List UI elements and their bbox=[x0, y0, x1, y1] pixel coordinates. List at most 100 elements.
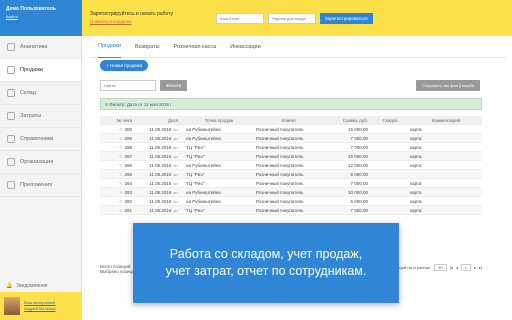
table-row[interactable]: ✎ 300 11.05.2016 чат на Рубинштейна Розничны… bbox=[100, 125, 482, 134]
sale-date: 11.05.2016 bbox=[149, 198, 172, 204]
tab-sales[interactable]: Продажи bbox=[98, 36, 121, 58]
new-sale-button[interactable]: + Новая продажа bbox=[100, 60, 149, 71]
top-bar: Демо Пользователь Выйти Зарегистрируйтес… bbox=[0, 0, 512, 36]
col-header-sum[interactable]: Сумма, руб. bbox=[322, 118, 372, 123]
col-header-discount[interactable]: Скидка bbox=[372, 118, 408, 123]
cell-number: ✎ 294 bbox=[100, 181, 136, 186]
edit-icon[interactable]: ✎ bbox=[119, 136, 122, 141]
edit-icon[interactable]: ✎ bbox=[119, 163, 122, 168]
filter-button[interactable]: Фильтр bbox=[160, 80, 188, 91]
cell-date: 11.05.2016 чат bbox=[136, 208, 182, 213]
expenses-icon bbox=[7, 112, 15, 120]
cell-client: Розничный покупатель bbox=[256, 171, 304, 177]
col-header-point[interactable]: Точка продаж bbox=[182, 118, 252, 123]
table-row[interactable]: ✎ 296 11.05.2016 чат на Рубинштейна Розничны… bbox=[100, 161, 482, 170]
sidebar-item-organization[interactable]: Организация bbox=[0, 151, 81, 174]
sidebar-item-directories[interactable]: Справочники bbox=[0, 128, 81, 151]
receipt-number: 296 bbox=[124, 162, 132, 168]
per-page-select[interactable]: 10 bbox=[434, 264, 447, 271]
first-page-icon[interactable]: |◂ bbox=[450, 265, 453, 270]
cell-date: 11.05.2016 чат bbox=[136, 172, 182, 177]
table-row[interactable]: ✎ 298 11.05.2016 чат ТЦ "Рио" Розничный поку… bbox=[100, 143, 482, 152]
edit-icon[interactable]: ✎ bbox=[119, 145, 122, 150]
receipt-number: 297 bbox=[124, 153, 132, 159]
col-header-number[interactable]: № чека bbox=[100, 118, 136, 123]
warehouse-icon bbox=[7, 89, 15, 97]
cell-number: ✎ 297 bbox=[100, 154, 136, 159]
table-row[interactable]: ✎ 291 11.05.2016 чат ТЦ "Рио" Розничный поку… bbox=[100, 206, 482, 215]
page-number[interactable]: 1 bbox=[460, 264, 471, 271]
cell-sum: 10 000.00 bbox=[347, 189, 368, 195]
receipt-number: 291 bbox=[124, 207, 132, 213]
tab-returns[interactable]: Возвраты bbox=[135, 36, 160, 58]
cell-point: на Рубинштейна bbox=[186, 189, 221, 195]
edit-icon[interactable]: ✎ bbox=[119, 181, 122, 186]
sale-date: 11.05.2016 bbox=[149, 153, 172, 159]
table-row[interactable]: ✎ 295 11.05.2016 чат ТЦ "Рио" Розничный поку… bbox=[100, 170, 482, 179]
logout-link[interactable]: Выйти bbox=[6, 14, 82, 19]
password-input[interactable] bbox=[268, 12, 316, 24]
active-filter-badge[interactable]: Х Фильтр: Дата от 11 мая 2016 г. bbox=[100, 98, 482, 110]
cell-point: ТЦ "Рио" bbox=[186, 153, 205, 159]
register-button[interactable]: Зарегистрироваться bbox=[320, 12, 373, 24]
cell-sum: 15 000.00 bbox=[347, 153, 368, 159]
consultant-name: Андрей Мельнов bbox=[24, 306, 56, 311]
cell-sum: 7 000.00 bbox=[350, 180, 368, 186]
cell-date: 11.05.2016 чат bbox=[136, 154, 182, 159]
receipt-number: 292 bbox=[124, 198, 132, 204]
cell-date: 11.05.2016 чат bbox=[136, 145, 182, 150]
col-header-client[interactable]: Клиент bbox=[252, 118, 322, 123]
cell-date: 11.05.2016 чат bbox=[136, 136, 182, 141]
cell-sum: 12 000.00 bbox=[347, 162, 368, 168]
edit-icon[interactable]: ✎ bbox=[119, 154, 122, 159]
user-name: Демо Пользователь bbox=[6, 6, 56, 12]
table-row[interactable]: ✎ 299 11.05.2016 чат на Рубинштейна Розничны… bbox=[100, 134, 482, 143]
next-page-icon[interactable]: ▸ bbox=[474, 265, 476, 270]
consultant-block[interactable]: Ваш консультант Андрей Мельнов bbox=[0, 292, 82, 320]
sale-date: 11.05.2016 bbox=[149, 207, 172, 213]
sidebar-item-apps[interactable]: Приложения bbox=[0, 174, 81, 197]
promo-sub[interactable]: (1 месяц в подарок) bbox=[90, 18, 200, 25]
user-block: Демо Пользователь Выйти bbox=[0, 0, 82, 36]
analytics-icon bbox=[7, 43, 15, 51]
cell-client: Розничный покупатель bbox=[256, 207, 304, 213]
sale-time: чат bbox=[172, 190, 178, 195]
last-page-icon[interactable]: ▸| bbox=[479, 265, 482, 270]
sidebar-item-warehouse[interactable]: Склад bbox=[0, 82, 81, 105]
edit-icon[interactable]: ✎ bbox=[119, 208, 122, 213]
cell-date: 11.05.2016 чат bbox=[136, 181, 182, 186]
table-row[interactable]: ✎ 293 11.05.2016 чат на Рубинштейна Розничны… bbox=[100, 188, 482, 197]
tab-collections[interactable]: Инкассации bbox=[230, 36, 260, 58]
edit-icon[interactable]: ✎ bbox=[119, 127, 122, 132]
cell-comment: карта bbox=[410, 162, 422, 168]
cell-comment: карта bbox=[410, 135, 422, 141]
col-header-date[interactable]: Дата bbox=[136, 118, 182, 123]
cell-date: 11.05.2016 чат bbox=[136, 163, 182, 168]
tab-retail-cash[interactable]: Розничная касса bbox=[174, 36, 217, 58]
bell-icon: 🔔 bbox=[6, 283, 13, 289]
sidebar-item-analytics[interactable]: Аналитика bbox=[0, 36, 81, 59]
email-input[interactable] bbox=[216, 12, 264, 24]
cell-date: 11.05.2016 чат bbox=[136, 127, 182, 132]
directories-icon bbox=[7, 135, 15, 143]
filter-row: Фильтр bbox=[100, 80, 188, 91]
sidebar-item-expenses[interactable]: Затраты bbox=[0, 105, 81, 128]
table-row[interactable]: ✎ 294 11.05.2016 чат ТЦ "Рио" Розничный поку… bbox=[100, 179, 482, 188]
sale-date: 11.05.2016 bbox=[149, 162, 172, 168]
edit-icon[interactable]: ✎ bbox=[119, 190, 122, 195]
search-input[interactable] bbox=[100, 80, 156, 91]
edit-icon[interactable]: ✎ bbox=[119, 172, 122, 177]
table-row[interactable]: ✎ 297 11.05.2016 чат ТЦ "Рио" Розничный поку… bbox=[100, 152, 482, 161]
sale-time: чат bbox=[172, 136, 178, 141]
prev-page-icon[interactable]: ◂ bbox=[456, 265, 458, 270]
sidebar-item-sales[interactable]: Продажи bbox=[0, 59, 81, 82]
receipt-number: 293 bbox=[124, 189, 132, 195]
save-filter-button[interactable]: Сохранить как фин (Новый) bbox=[416, 80, 480, 91]
edit-icon[interactable]: ✎ bbox=[119, 199, 122, 204]
col-header-comment[interactable]: Комментарий bbox=[408, 118, 482, 123]
sidebar-bottom: 🔔 Уведомления Ваш консультант Андрей Мель… bbox=[0, 280, 82, 320]
receipt-number: 295 bbox=[124, 171, 132, 177]
table-row[interactable]: ✎ 292 11.05.2016 чат на Рубинштейна Розничны… bbox=[100, 197, 482, 206]
cell-point: на Рубинштейна bbox=[186, 198, 221, 204]
notifications-item[interactable]: 🔔 Уведомления bbox=[0, 280, 82, 292]
